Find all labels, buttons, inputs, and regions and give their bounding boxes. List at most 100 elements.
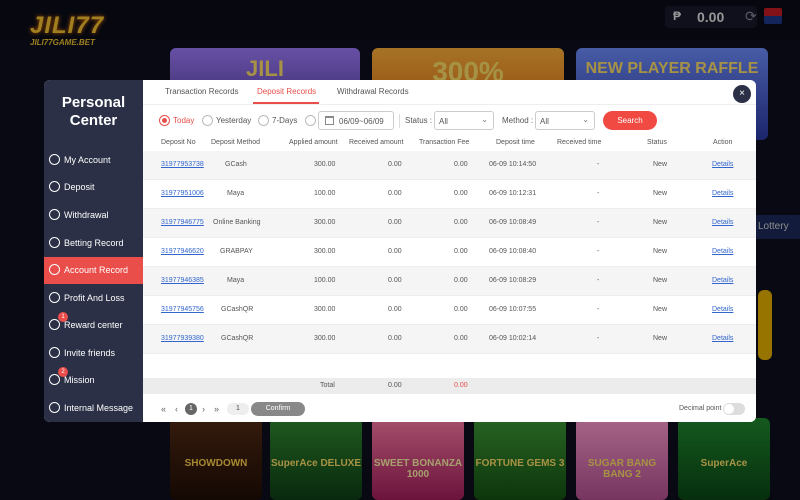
status-value: New	[653, 161, 668, 168]
reward-icon	[49, 319, 60, 330]
sidebar-item-reward-center[interactable]: 1 Reward center	[44, 312, 143, 339]
deposit-no-link[interactable]: 31977951006	[161, 190, 204, 197]
total-row: Total 0.00 0.00	[143, 378, 756, 394]
method-select-value: All	[540, 117, 549, 126]
details-link[interactable]: Details	[712, 306, 733, 313]
deposit-no-link[interactable]: 31977953738	[161, 161, 204, 168]
sidebar-item-internal-message[interactable]: Internal Message	[44, 395, 143, 422]
radio-label-today[interactable]: Today	[173, 116, 194, 125]
table-row: 31977939380 GCashQR 300.00 0.00 0.00 06-…	[143, 325, 756, 354]
deposit-no-link[interactable]: 31977946620	[161, 248, 204, 255]
sidebar-item-profit-and-loss[interactable]: Profit And Loss	[44, 285, 143, 312]
deposit-no-link[interactable]: 31977945756	[161, 306, 204, 313]
total-label: Total	[320, 382, 335, 389]
date-range-picker[interactable]: 06/09~06/09	[318, 111, 394, 130]
received-amount: 0.00	[388, 219, 402, 226]
radio-today[interactable]	[159, 115, 170, 126]
deposit-time: 06-09 10:08:29	[489, 277, 537, 284]
details-link[interactable]: Details	[712, 335, 733, 342]
account-record-icon	[49, 264, 60, 275]
deposit-no-link[interactable]: 31977946775	[161, 219, 204, 226]
sidebar-item-label: Account Record	[64, 265, 129, 275]
details-link[interactable]: Details	[712, 277, 733, 284]
column-header: Action	[713, 139, 733, 146]
profit-icon	[49, 292, 60, 303]
column-header: Deposit No	[161, 139, 196, 146]
received-time: -	[597, 335, 600, 342]
total-fee: 0.00	[454, 382, 468, 389]
applied-amount: 100.00	[314, 190, 336, 197]
search-button[interactable]: Search	[603, 111, 657, 130]
date-range-value: 06/09~06/09	[339, 117, 384, 126]
received-amount: 0.00	[388, 161, 402, 168]
deposit-no-link[interactable]: 31977946385	[161, 277, 204, 284]
table-row: 31977953738 GCash 300.00 0.00 0.00 06-09…	[143, 151, 756, 180]
radio-label-yesterday[interactable]: Yesterday	[216, 116, 251, 125]
details-link[interactable]: Details	[712, 190, 733, 197]
method-select[interactable]: All ⌄	[535, 111, 595, 130]
transaction-fee: 0.00	[454, 277, 468, 284]
details-link[interactable]: Details	[712, 248, 733, 255]
column-header: Deposit time	[496, 139, 535, 146]
tab-withdrawal-records[interactable]: Withdrawal Records	[337, 87, 409, 96]
decimal-point-toggle[interactable]	[723, 403, 745, 415]
calendar-icon	[325, 116, 334, 125]
current-page[interactable]: 1	[185, 403, 197, 415]
transaction-fee: 0.00	[454, 161, 468, 168]
received-time: -	[597, 219, 600, 226]
sidebar-item-label: Profit And Loss	[64, 293, 125, 303]
status-value: New	[653, 277, 668, 284]
details-link[interactable]: Details	[712, 161, 733, 168]
confirm-button[interactable]: Confirm	[251, 402, 305, 416]
close-button[interactable]: ×	[733, 85, 751, 103]
details-link[interactable]: Details	[712, 219, 733, 226]
sidebar-item-invite-friends[interactable]: Invite friends	[44, 340, 143, 367]
deposit-method: Online Banking	[213, 219, 261, 226]
last-page-button[interactable]: »	[214, 404, 219, 414]
personal-center-modal: Personal Center My Account Deposit Withd…	[44, 80, 756, 422]
sidebar-item-my-account[interactable]: My Account	[44, 147, 143, 174]
deposit-time: 06-09 10:14:50	[489, 161, 537, 168]
sidebar-item-betting-record[interactable]: Betting Record	[44, 230, 143, 257]
status-value: New	[653, 248, 668, 255]
status-select[interactable]: All ⌄	[434, 111, 494, 130]
received-amount: 0.00	[388, 306, 402, 313]
tab-deposit-records[interactable]: Deposit Records	[257, 87, 316, 96]
received-time: -	[597, 277, 600, 284]
next-page-button[interactable]: ›	[202, 404, 205, 414]
message-icon	[49, 402, 60, 413]
radio-label-7-days[interactable]: 7-Days	[272, 116, 297, 125]
sidebar-item-withdrawal[interactable]: Withdrawal	[44, 202, 143, 229]
active-tab-underline	[253, 102, 319, 104]
received-time: -	[597, 306, 600, 313]
radio-custom-date[interactable]	[305, 115, 316, 126]
status-select-value: All	[439, 117, 448, 126]
transaction-fee: 0.00	[454, 306, 468, 313]
tab-transaction-records[interactable]: Transaction Records	[165, 87, 239, 96]
radio-7-days[interactable]	[258, 115, 269, 126]
column-header: Received amount	[349, 139, 404, 146]
deposit-icon	[49, 181, 60, 192]
prev-page-button[interactable]: ‹	[175, 404, 178, 414]
deposit-time: 06-09 10:08:49	[489, 219, 537, 226]
first-page-button[interactable]: «	[161, 404, 166, 414]
sidebar-item-label: Withdrawal	[64, 210, 109, 220]
radio-yesterday[interactable]	[202, 115, 213, 126]
sidebar-item-account-record[interactable]: Account Record	[44, 257, 143, 284]
sidebar-item-deposit[interactable]: Deposit	[44, 174, 143, 201]
deposit-method: GCash	[225, 161, 247, 168]
transaction-fee: 0.00	[454, 219, 468, 226]
user-icon	[49, 154, 60, 165]
applied-amount: 100.00	[314, 277, 336, 284]
page-number-input[interactable]: 1	[227, 403, 249, 415]
deposit-method: Maya	[227, 190, 245, 197]
received-time: -	[597, 161, 600, 168]
sidebar-item-label: Internal Message	[64, 403, 134, 413]
table-header: Deposit No Deposit Method Applied amount…	[143, 137, 756, 151]
sidebar-item-mission[interactable]: 2 Mission	[44, 367, 143, 394]
table-row: 31977951006 Maya 100.00 0.00 0.00 06-09 …	[143, 180, 756, 209]
applied-amount: 300.00	[314, 335, 336, 342]
column-header: Received time	[557, 139, 602, 146]
deposit-no-link[interactable]: 31977939380	[161, 335, 204, 342]
sidebar-item-label: Reward center	[64, 320, 123, 330]
